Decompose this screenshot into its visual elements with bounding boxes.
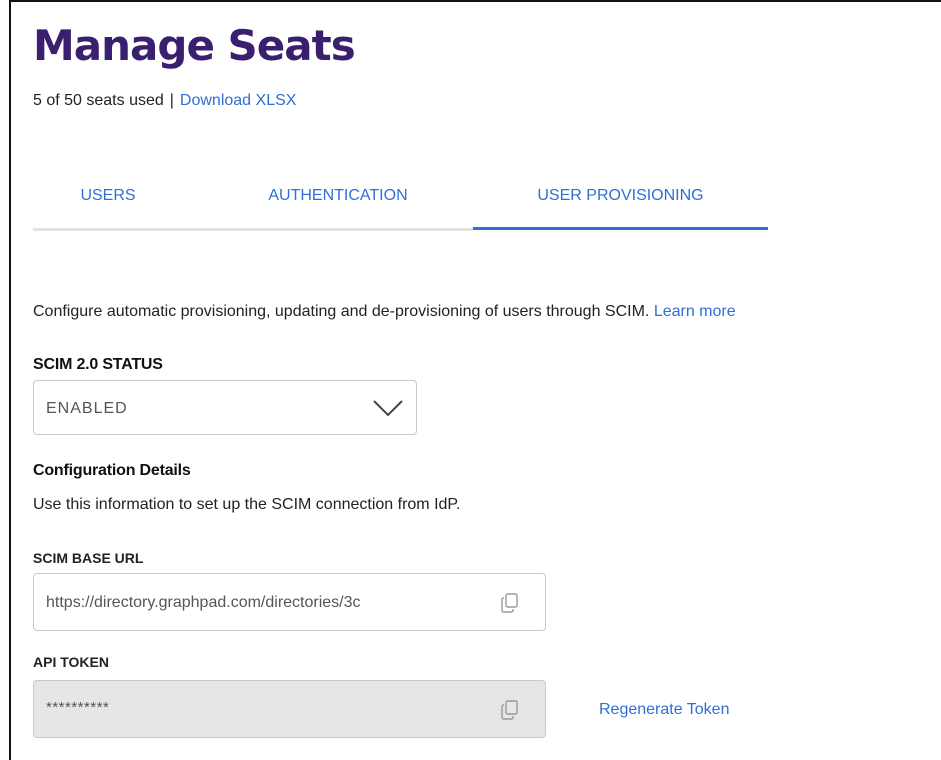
seats-used-text: 5 of 50 seats used <box>33 92 164 109</box>
chevron-down-icon <box>373 400 403 417</box>
tab-authentication[interactable]: AUTHENTICATION <box>218 170 458 232</box>
scim-base-url-field[interactable]: https://directory.graphpad.com/directori… <box>33 573 546 631</box>
copy-icon[interactable] <box>501 593 519 613</box>
api-token-field: ********** <box>33 680 546 738</box>
regenerate-token-link[interactable]: Regenerate Token <box>599 701 729 719</box>
api-token-label: API TOKEN <box>33 654 109 670</box>
learn-more-link[interactable]: Learn more <box>654 303 736 320</box>
active-tab-indicator <box>473 227 768 230</box>
scim-status-value: ENABLED <box>46 400 128 417</box>
scim-base-url-value: https://directory.graphpad.com/directori… <box>46 594 361 611</box>
tab-user-provisioning[interactable]: USER PROVISIONING <box>473 170 768 232</box>
page-title: Manage Seats <box>33 21 356 70</box>
seat-usage-line: 5 of 50 seats used | Download XLSX <box>33 92 296 110</box>
separator: | <box>169 92 174 109</box>
scim-status-label: SCIM 2.0 STATUS <box>33 356 163 373</box>
intro-text: Configure automatic provisioning, updati… <box>33 303 650 320</box>
scim-base-url-label: SCIM BASE URL <box>33 550 144 566</box>
api-token-value: ********** <box>46 699 110 716</box>
tab-bar: USERS AUTHENTICATION USER PROVISIONING <box>33 170 768 232</box>
configuration-details-heading: Configuration Details <box>33 462 191 479</box>
scim-status-select[interactable]: ENABLED <box>33 380 417 435</box>
copy-icon[interactable] <box>501 700 519 720</box>
configuration-details-description: Use this information to set up the SCIM … <box>33 496 461 513</box>
download-xlsx-link[interactable]: Download XLSX <box>180 92 297 109</box>
tab-users[interactable]: USERS <box>33 170 183 232</box>
provisioning-intro: Configure automatic provisioning, updati… <box>33 303 736 321</box>
